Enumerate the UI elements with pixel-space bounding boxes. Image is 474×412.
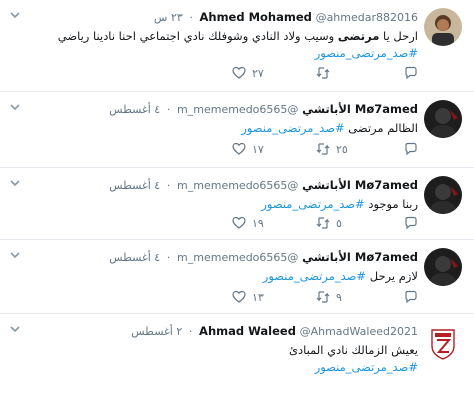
tweet-header: Ahmed Mohamed @ahmedar882016 · ٢٣ س bbox=[154, 10, 418, 25]
timestamp[interactable]: ٢٣ س bbox=[154, 11, 183, 24]
handle[interactable]: @m_mememedo6565 bbox=[177, 179, 298, 192]
tweet-actions: ١٧ ٢٥ bbox=[0, 142, 474, 162]
retweet-button[interactable]: ٩ bbox=[316, 290, 342, 304]
reply-icon bbox=[405, 142, 417, 156]
reply-icon bbox=[405, 66, 417, 80]
tweet[interactable]: Ahmed Mohamed @ahmedar882016 · ٢٣ س ارحل… bbox=[0, 0, 474, 92]
timestamp[interactable]: ٤ أغسطس bbox=[109, 179, 160, 192]
reply-button[interactable] bbox=[404, 66, 424, 80]
display-name[interactable]: Mø7amed الأباتشي bbox=[302, 102, 418, 116]
dark-avatar-icon bbox=[424, 248, 462, 286]
text-before: ارحل يا bbox=[379, 29, 418, 43]
separator: · bbox=[189, 11, 193, 24]
avatar[interactable] bbox=[424, 248, 462, 286]
retweet-icon bbox=[316, 291, 330, 303]
display-name[interactable]: Ahmad Waleed bbox=[199, 324, 296, 338]
retweet-icon bbox=[316, 217, 330, 229]
retweet-icon bbox=[316, 143, 330, 155]
hashtag-link[interactable]: #صد_مرتضى_منصور bbox=[315, 360, 418, 374]
reply-icon bbox=[405, 290, 417, 304]
tweet-actions: ١٣ ٩ bbox=[0, 290, 474, 310]
like-button[interactable]: ٢٧ bbox=[232, 66, 264, 80]
tweet-header: Ahmad Waleed @AhmadWaleed2021 · ٢ أغسطس bbox=[131, 324, 418, 339]
avatar[interactable] bbox=[424, 324, 462, 362]
avatar[interactable] bbox=[424, 8, 462, 46]
text-after: وسيب ولاد النادي وشوفلك نادي اجتماعي احن… bbox=[57, 29, 338, 43]
timestamp[interactable]: ٢ أغسطس bbox=[131, 325, 182, 338]
retweet-icon bbox=[316, 67, 330, 79]
like-count: ١٧ bbox=[252, 142, 264, 156]
chevron-down-icon[interactable] bbox=[8, 248, 22, 262]
tweet-feed: Ahmed Mohamed @ahmedar882016 · ٢٣ س ارحل… bbox=[0, 0, 474, 412]
tweet-header: Mø7amed الأباتشي @m_mememedo6565 · ٤ أغس… bbox=[109, 250, 418, 265]
like-icon bbox=[232, 290, 246, 303]
tweet-actions: ١٩ ٥ bbox=[0, 216, 474, 236]
tweet[interactable]: Ahmad Waleed @AhmadWaleed2021 · ٢ أغسطس … bbox=[0, 314, 474, 412]
retweet-button[interactable] bbox=[316, 66, 336, 80]
retweet-count: ٩ bbox=[336, 290, 342, 304]
like-count: ١٣ bbox=[252, 290, 264, 304]
hashtag-link[interactable]: #صد_مرتضى_منصور bbox=[263, 269, 366, 283]
text-before: الظالم bbox=[383, 121, 418, 135]
tweet-text: ربنا موجود #صد_مرتضى_منصور bbox=[261, 196, 418, 213]
like-button[interactable]: ١٧ bbox=[232, 142, 264, 156]
reply-icon bbox=[405, 216, 417, 230]
tweet-text: ارحل يا مرتضى وسيب ولاد النادي وشوفلك نا… bbox=[58, 28, 418, 62]
like-icon bbox=[232, 216, 246, 229]
reply-button[interactable] bbox=[404, 290, 424, 304]
avatar[interactable] bbox=[424, 176, 462, 214]
person-avatar-icon bbox=[424, 8, 462, 46]
chevron-down-icon[interactable] bbox=[8, 322, 22, 336]
text-before: ربنا موجود bbox=[364, 197, 418, 211]
handle[interactable]: @AhmadWaleed2021 bbox=[300, 325, 418, 338]
handle[interactable]: @ahmedar882016 bbox=[316, 11, 418, 24]
like-icon bbox=[232, 142, 246, 155]
text-bold: مرتضى bbox=[348, 121, 384, 135]
display-name[interactable]: Ahmed Mohamed bbox=[199, 10, 311, 24]
like-icon bbox=[232, 66, 246, 79]
tweet-header: Mø7amed الأباتشي @m_mememedo6565 · ٤ أغس… bbox=[109, 102, 418, 117]
text-before: لازم يرحل bbox=[366, 269, 418, 283]
separator: · bbox=[188, 325, 193, 338]
zamalek-logo-icon bbox=[424, 324, 462, 362]
display-name[interactable]: Mø7amed الأباتشي bbox=[302, 178, 418, 192]
text-before: يعيش الزمالك نادي المبادئ bbox=[288, 343, 418, 357]
tweet-text: الظالم مرتضى #صد_مرتضى_منصور bbox=[241, 120, 418, 137]
text-bold: مرتضى bbox=[337, 29, 380, 43]
separator: · bbox=[166, 251, 171, 264]
tweet-header: Mø7amed الأباتشي @m_mememedo6565 · ٤ أغس… bbox=[109, 178, 418, 193]
timestamp[interactable]: ٤ أغسطس bbox=[109, 103, 160, 116]
retweet-count: ٢٥ bbox=[336, 142, 348, 156]
hashtag-link[interactable]: #صد_مرتضى_منصور bbox=[315, 46, 418, 60]
retweet-count: ٥ bbox=[336, 216, 342, 230]
chevron-down-icon[interactable] bbox=[8, 176, 22, 190]
avatar[interactable] bbox=[424, 100, 462, 138]
tweet[interactable]: Mø7amed الأباتشي @m_mememedo6565 · ٤ أغس… bbox=[0, 92, 474, 168]
like-button[interactable]: ١٩ bbox=[232, 216, 264, 230]
display-name[interactable]: Mø7amed الأباتشي bbox=[302, 250, 418, 264]
separator: · bbox=[166, 103, 171, 116]
tweet-text: لازم يرحل #صد_مرتضى_منصور bbox=[263, 268, 418, 285]
chevron-down-icon[interactable] bbox=[8, 100, 22, 114]
handle[interactable]: @m_mememedo6565 bbox=[177, 103, 298, 116]
hashtag-link[interactable]: #صد_مرتضى_منصور bbox=[261, 197, 364, 211]
retweet-button[interactable]: ٢٥ bbox=[316, 142, 348, 156]
tweet[interactable]: Mø7amed الأباتشي @m_mememedo6565 · ٤ أغس… bbox=[0, 168, 474, 240]
like-count: ١٩ bbox=[252, 216, 264, 230]
like-button[interactable]: ١٣ bbox=[232, 290, 264, 304]
chevron-down-icon[interactable] bbox=[8, 8, 22, 22]
hashtag-link[interactable]: #صد_مرتضى_منصور bbox=[241, 121, 344, 135]
tweet-actions: ٢٧ bbox=[0, 66, 474, 86]
handle[interactable]: @m_mememedo6565 bbox=[177, 251, 298, 264]
dark-avatar-icon bbox=[424, 176, 462, 214]
like-count: ٢٧ bbox=[252, 66, 264, 80]
reply-button[interactable] bbox=[404, 216, 424, 230]
retweet-button[interactable]: ٥ bbox=[316, 216, 342, 230]
dark-avatar-icon bbox=[424, 100, 462, 138]
timestamp[interactable]: ٤ أغسطس bbox=[109, 251, 160, 264]
reply-button[interactable] bbox=[404, 142, 424, 156]
tweet[interactable]: Mø7amed الأباتشي @m_mememedo6565 · ٤ أغس… bbox=[0, 240, 474, 314]
separator: · bbox=[166, 179, 171, 192]
tweet-text: يعيش الزمالك نادي المبادئ #صد_مرتضى_منصو… bbox=[289, 342, 418, 376]
